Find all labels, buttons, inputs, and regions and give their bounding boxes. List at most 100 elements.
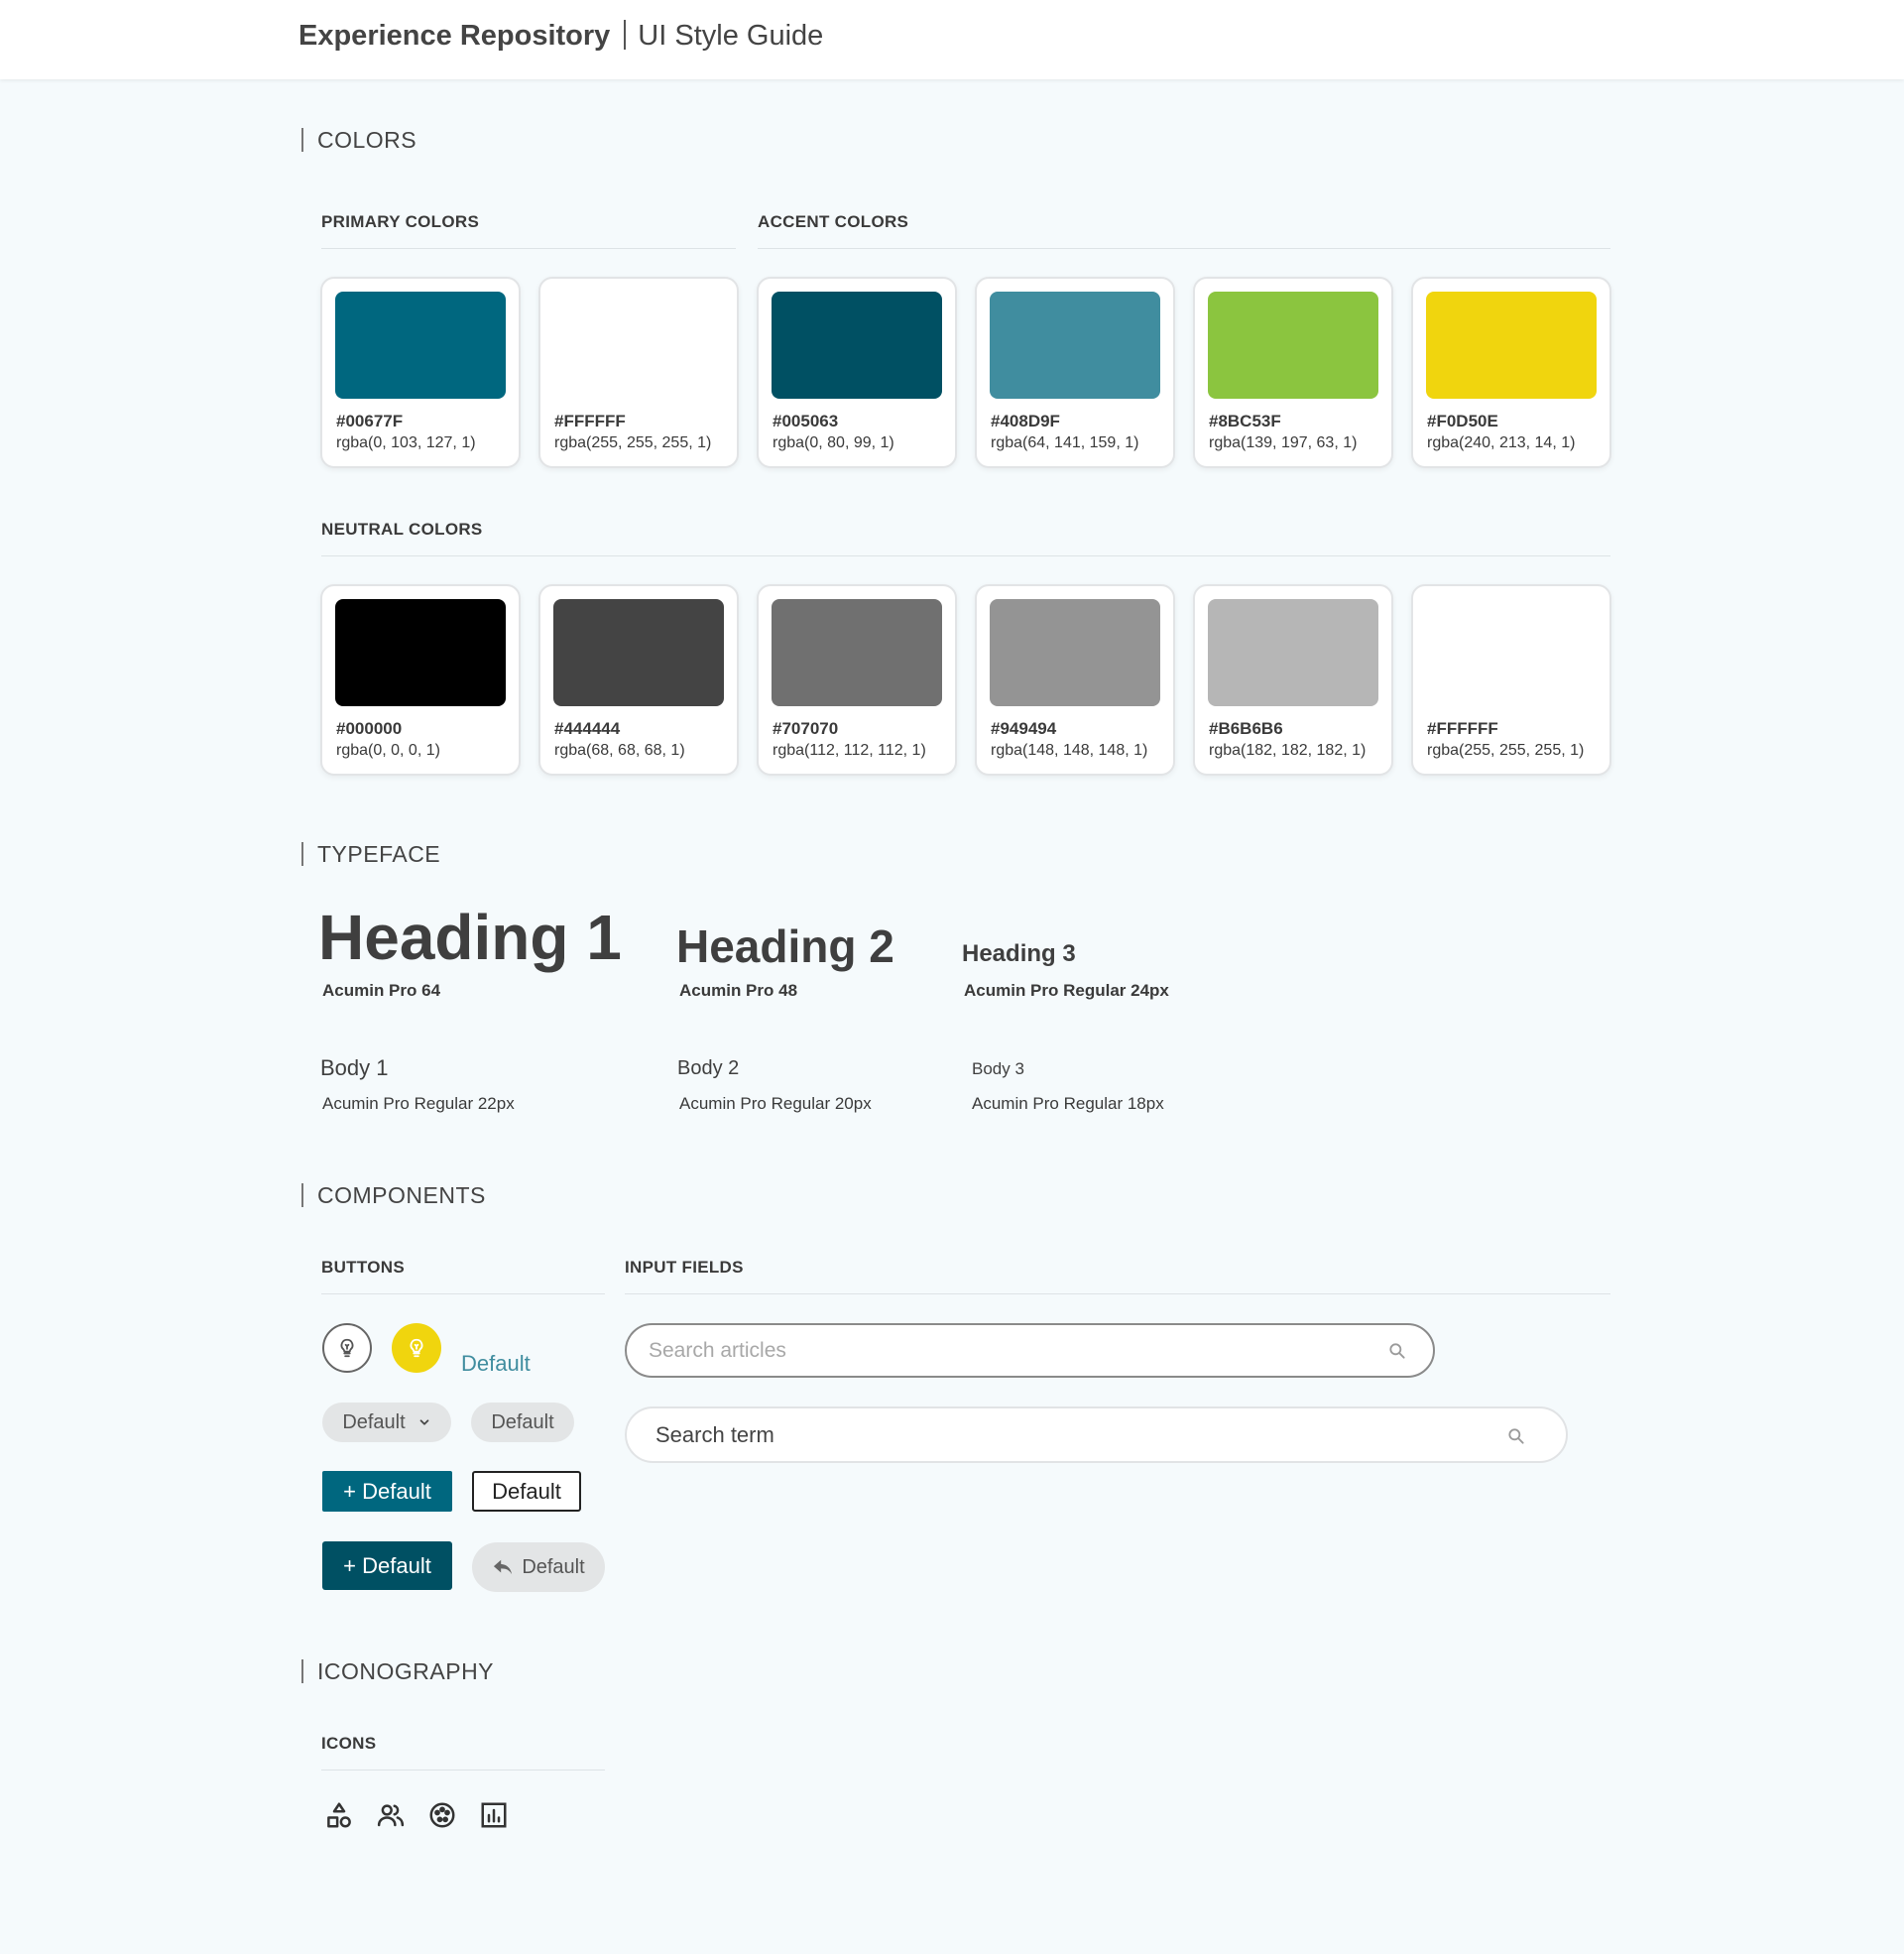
back-button-label: Default	[522, 1555, 585, 1578]
link-button[interactable]: Default	[461, 1349, 531, 1379]
color-hex: #FFFFFF	[554, 412, 626, 430]
primary-colors-title: PRIMARY COLORS	[321, 212, 736, 249]
heading-1-caption: Acumin Pro 64	[322, 981, 441, 1000]
color-rgba: rgba(139, 197, 63, 1)	[1209, 434, 1358, 451]
color-swatch	[335, 292, 506, 399]
color-rgba: rgba(255, 255, 255, 1)	[1427, 742, 1585, 759]
color-hex: #949494	[991, 719, 1057, 738]
dropdown-button-label: Default	[342, 1410, 406, 1433]
color-card-neutral: #B6B6B6 rgba(182, 182, 182, 1)	[1193, 584, 1393, 776]
color-card-neutral: #949494 rgba(148, 148, 148, 1)	[975, 584, 1175, 776]
color-card-accent: #8BC53F rgba(139, 197, 63, 1)	[1193, 277, 1393, 468]
outline-button[interactable]: Default	[472, 1471, 581, 1512]
color-swatch	[1208, 599, 1378, 706]
color-hex: #FFFFFF	[1427, 719, 1498, 738]
color-rgba: rgba(0, 103, 127, 1)	[336, 434, 476, 451]
color-swatch	[1426, 599, 1597, 706]
icons-title: ICONS	[321, 1734, 605, 1771]
color-rgba: rgba(0, 0, 0, 1)	[336, 742, 440, 759]
color-card-primary: #00677F rgba(0, 103, 127, 1)	[320, 277, 521, 468]
color-card-accent: #005063 rgba(0, 80, 99, 1)	[757, 277, 957, 468]
heading-3-caption: Acumin Pro Regular 24px	[964, 981, 1169, 1000]
color-card-neutral: #000000 rgba(0, 0, 0, 1)	[320, 584, 521, 776]
heading-2-sample: Heading 2	[676, 920, 894, 972]
color-hex: #F0D50E	[1427, 412, 1498, 430]
body-3-caption: Acumin Pro Regular 18px	[972, 1094, 1164, 1113]
buttons-title: BUTTONS	[321, 1258, 605, 1294]
color-rgba: rgba(148, 148, 148, 1)	[991, 742, 1148, 759]
search-placeholder: Search articles	[649, 1338, 786, 1362]
section-title-components: COMPONENTS	[301, 1183, 486, 1207]
section-title-typeface: TYPEFACE	[301, 842, 440, 866]
color-swatch	[335, 599, 506, 706]
accent-colors-title: ACCENT COLORS	[758, 212, 1610, 249]
color-card-neutral: #707070 rgba(112, 112, 112, 1)	[757, 584, 957, 776]
color-hex: #000000	[336, 719, 403, 738]
color-swatch	[553, 292, 724, 399]
color-swatch	[553, 599, 724, 706]
add-dark-button[interactable]: + Default	[322, 1541, 452, 1590]
color-swatch	[1208, 292, 1378, 399]
add-primary-button[interactable]: + Default	[322, 1471, 452, 1512]
chevron-down-icon	[419, 1419, 429, 1425]
color-swatch	[772, 599, 942, 706]
heading-2-caption: Acumin Pro 48	[679, 981, 798, 1000]
idea-filled-button[interactable]	[392, 1323, 441, 1373]
users-icon	[377, 1804, 405, 1827]
color-hex: #005063	[773, 412, 839, 430]
brand-name: Experience Repository	[298, 20, 611, 52]
body-1-sample: Body 1	[320, 1055, 389, 1080]
grey-button[interactable]: Default	[471, 1403, 574, 1442]
back-button[interactable]: Default	[472, 1542, 605, 1592]
bar-chart-icon	[481, 1802, 507, 1828]
body-1-caption: Acumin Pro Regular 22px	[322, 1094, 515, 1113]
color-hex: #707070	[773, 719, 839, 738]
title-divider	[624, 20, 627, 50]
heading-1-sample: Heading 1	[318, 902, 622, 973]
icon-row	[324, 1800, 509, 1830]
color-swatch	[1426, 292, 1597, 399]
search-value: Search term	[655, 1421, 774, 1447]
neutral-colors-title: NEUTRAL COLORS	[321, 520, 1610, 556]
app-title: Experience Repository UI Style Guide	[298, 20, 823, 53]
color-hex: #444444	[554, 719, 621, 738]
idea-outline-button[interactable]	[322, 1323, 372, 1373]
dropdown-button[interactable]: Default	[322, 1403, 451, 1442]
search-articles-input[interactable]: Search articles	[625, 1323, 1435, 1378]
color-rgba: rgba(0, 80, 99, 1)	[773, 434, 894, 451]
section-title-colors: COLORS	[301, 128, 416, 152]
search-term-input[interactable]: Search term	[625, 1406, 1568, 1463]
lightbulb-icon	[340, 1338, 354, 1358]
search-icon	[1508, 1428, 1524, 1444]
body-2-caption: Acumin Pro Regular 20px	[679, 1094, 872, 1113]
color-swatch	[990, 599, 1160, 706]
color-rgba: rgba(255, 255, 255, 1)	[554, 434, 712, 451]
color-hex: #8BC53F	[1209, 412, 1281, 430]
color-card-primary: #FFFFFF rgba(255, 255, 255, 1)	[538, 277, 739, 468]
body-2-sample: Body 2	[677, 1057, 740, 1079]
color-card-accent: #408D9F rgba(64, 141, 159, 1)	[975, 277, 1175, 468]
color-card-accent: #F0D50E rgba(240, 213, 14, 1)	[1411, 277, 1611, 468]
lightbulb-icon	[410, 1338, 423, 1358]
heading-3-sample: Heading 3	[962, 940, 1076, 967]
section-title-iconography: ICONOGRAPHY	[301, 1659, 494, 1683]
color-hex: #408D9F	[991, 412, 1060, 430]
color-hex: #00677F	[336, 412, 404, 430]
color-hex: #B6B6B6	[1209, 719, 1283, 738]
color-rgba: rgba(64, 141, 159, 1)	[991, 434, 1139, 451]
search-icon	[1389, 1343, 1405, 1359]
color-rgba: rgba(182, 182, 182, 1)	[1209, 742, 1367, 759]
color-rgba: rgba(68, 68, 68, 1)	[554, 742, 685, 759]
top-bar: Experience Repository UI Style Guide	[0, 0, 1904, 79]
color-rgba: rgba(240, 213, 14, 1)	[1427, 434, 1576, 451]
color-swatch	[990, 292, 1160, 399]
color-rgba: rgba(112, 112, 112, 1)	[773, 742, 926, 759]
color-swatch	[772, 292, 942, 399]
color-card-neutral: #FFFFFF rgba(255, 255, 255, 1)	[1411, 584, 1611, 776]
reply-arrow-icon	[494, 1559, 513, 1575]
color-card-neutral: #444444 rgba(68, 68, 68, 1)	[538, 584, 739, 776]
body-3-sample: Body 3	[972, 1059, 1024, 1078]
page-subtitle: UI Style Guide	[638, 20, 824, 52]
shapes-icon	[327, 1802, 351, 1828]
input-fields-title: INPUT FIELDS	[625, 1258, 1610, 1294]
